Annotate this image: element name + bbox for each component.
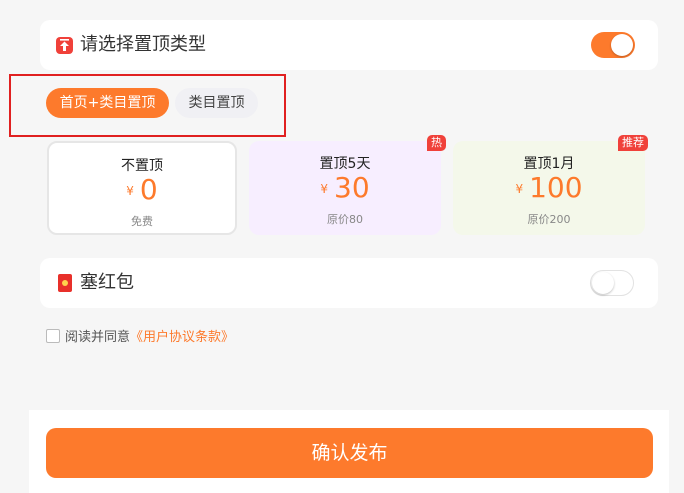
red-packet-title: 塞红包 — [80, 272, 134, 293]
currency-symbol: ¥ — [320, 182, 328, 196]
option-title: 置顶1月 — [523, 156, 575, 172]
agreement-link[interactable]: 《用户协议条款》 — [130, 330, 234, 345]
option-subtext: 免费 — [131, 215, 153, 228]
option-price: ¥0 — [49, 173, 235, 208]
option-subtext: 原价200 — [527, 213, 571, 226]
option-subtext: 原价80 — [327, 213, 363, 226]
hot-badge: 热 — [427, 135, 446, 151]
red-packet-card: 塞红包 — [40, 258, 658, 308]
price-value: 100 — [529, 171, 583, 204]
red-packet-toggle[interactable] — [590, 270, 634, 296]
agreement-checkbox[interactable] — [46, 329, 60, 343]
red-envelope-icon — [58, 274, 72, 292]
tab-category-top[interactable]: 类目置顶 — [175, 88, 258, 118]
price-value: 30 — [334, 171, 370, 204]
currency-symbol: ¥ — [126, 184, 134, 198]
top-toggle[interactable] — [591, 32, 635, 58]
option-no-top[interactable]: 不置顶 ¥0 免费 — [47, 141, 237, 235]
tab-homepage-category-top[interactable]: 首页+类目置顶 — [46, 88, 169, 118]
currency-symbol: ¥ — [515, 182, 524, 196]
option-price: ¥30 — [249, 171, 441, 206]
option-title: 不置顶 — [121, 158, 163, 174]
pin-top-icon — [56, 37, 73, 54]
top-type-title: 请选择置顶类型 — [80, 34, 206, 55]
option-top-5-days[interactable]: 置顶5天 ¥30 原价80 — [249, 141, 441, 235]
option-title: 置顶5天 — [319, 156, 371, 172]
toggle-knob — [611, 34, 633, 56]
option-price: ¥100 — [453, 171, 645, 206]
agreement-row: 阅读并同意《用户协议条款》 — [46, 329, 234, 347]
toggle-knob — [592, 272, 614, 294]
top-type-card: 请选择置顶类型 — [40, 20, 658, 70]
agreement-text: 阅读并同意 — [65, 330, 131, 345]
option-top-1-month[interactable]: 置顶1月 ¥100 原价200 — [453, 141, 645, 235]
recommend-badge: 推荐 — [618, 135, 648, 151]
confirm-publish-button[interactable]: 确认发布 — [46, 428, 653, 478]
price-value: 0 — [139, 173, 158, 206]
